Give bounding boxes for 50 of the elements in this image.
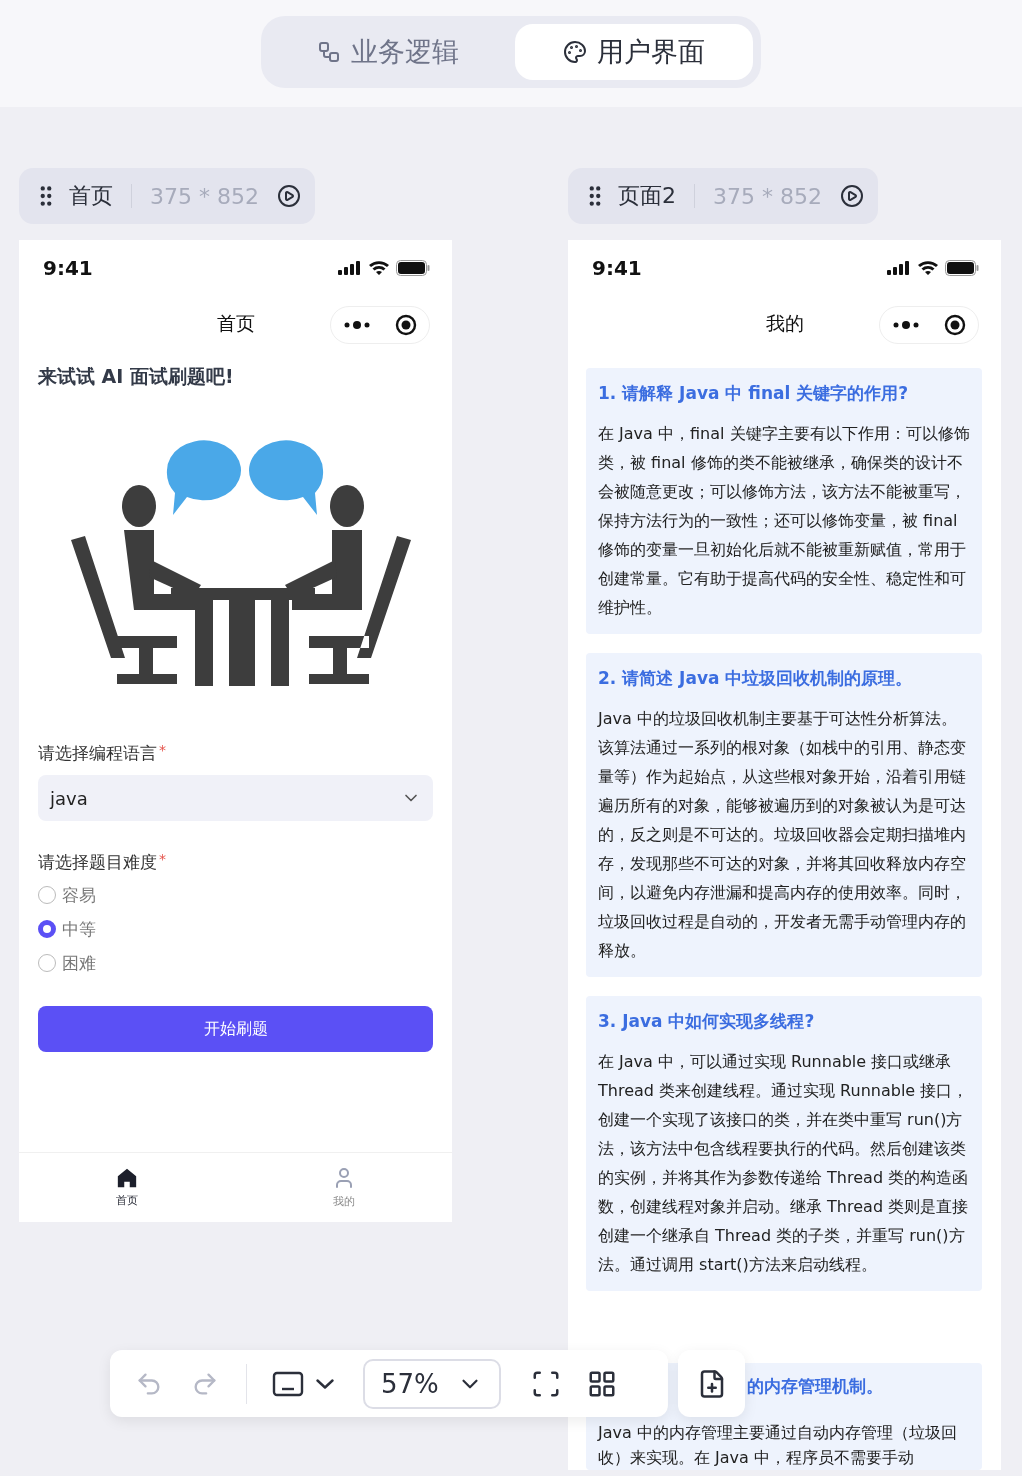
play-icon[interactable] (276, 184, 301, 208)
required-mark: * (159, 851, 166, 869)
play-icon[interactable] (839, 184, 864, 208)
radio-button[interactable] (38, 920, 56, 938)
language-select[interactable]: java (38, 775, 433, 821)
radio-label: 容易 (62, 883, 96, 907)
more-icon[interactable] (343, 320, 370, 330)
question-answer: Java 中的垃圾回收机制主要基于可达性分析算法。该算法通过一系列的根对象（如栈中的引用、静态变量等）作为起始点，从这些根对象开始，沿着引用链遍历所有的对象，能够被遍历到的对象被认为是可达的，反之则是不可达的。垃圾回收器会定期扫描堆内存，发现那些不可达的对象，并将其回收释放内存空间，以避免内存泄漏和提高内存的使用效率。同时，垃圾回收过程是自动的，开发者无需手动管理内存的释放。 (598, 708, 967, 962)
status-time: 9:41 (592, 256, 642, 280)
nav-title: 首页 (216, 311, 255, 336)
page-name: 页面2 (618, 182, 676, 210)
field-label: 请选择编程语言 (38, 742, 157, 765)
status-time: 9:41 (43, 256, 93, 280)
question-title: 1. 请解释 Java 中 final 关键字的作用? (598, 382, 909, 405)
radio-button[interactable] (38, 954, 56, 972)
question-title: 的内存管理机制。 (747, 1375, 883, 1398)
page-size: 375 * 852 (150, 183, 259, 209)
question-title: 2. 请简述 Java 中垃圾回收机制的原理。 (598, 667, 913, 690)
wifi-icon (368, 260, 390, 276)
workflow-icon (317, 40, 341, 64)
page-size: 375 * 852 (713, 183, 822, 209)
signal-icon (338, 261, 362, 275)
more-icon[interactable] (892, 320, 919, 330)
question-answer: 在 Java 中，可以通过实现 Runnable 接口或继承 Thread 类来创建线程。通过实现 Runnable 接口，创建一个实现了该接口的类，并在类中重写 run()方法，该方法中包含线程要执行的代码。然后创建该类的实例，并将其作为参数传递给 Thread 类的构造函数，创建线程对象并启动。继承 Thread 类则是直接创建一个继承自 Thread 类的子类，并重写 run()方法。通过调用 start()方法来启动线程。 (598, 1051, 970, 1276)
mode-tab[interactable]: 业务逻辑 (269, 24, 507, 80)
field-label: 请选择题目难度 (38, 851, 157, 874)
record-icon[interactable] (394, 314, 417, 336)
page-name: 首页 (69, 182, 113, 210)
question-answer: Java 中的内存管理主要通过自动内存管理（垃圾回收）来实现。在 Java 中，程序员不需要手动 (598, 1422, 958, 1469)
radio-button[interactable] (38, 886, 56, 904)
zoom-select[interactable]: 57% (363, 1358, 501, 1409)
add-page-button[interactable] (678, 1350, 745, 1417)
required-mark: * (159, 742, 166, 760)
mode-tab[interactable]: 用户界面 (515, 24, 753, 80)
record-icon[interactable] (943, 314, 966, 336)
radio-label: 困难 (62, 951, 96, 975)
screen-icon (272, 1369, 304, 1398)
radio-label: 中等 (62, 917, 96, 941)
signal-icon (887, 261, 911, 275)
chevron-down-icon (316, 1378, 334, 1389)
nav-title: 我的 (765, 311, 804, 336)
question-answer: 在 Java 中，final 关键字主要有以下作用：可以修饰类，被 final 修饰的类不能被继承，确保类的设计不会被随意更改；可以修饰方法，该方法不能被重写，保持方法行为的一致性；还可以修饰变量，被 final 修饰的变量一旦初始化后就不能被重新赋值，常用于创建常量。它有助于提高代码的安全性、稳定性和可维护性。 (598, 423, 970, 619)
palette-icon (563, 40, 587, 64)
battery-icon (945, 260, 979, 276)
page-heading: 来试试 AI 面试刷题吧! (38, 364, 235, 389)
question-title: 3. Java 中如何实现多线程? (598, 1010, 815, 1033)
start-button[interactable]: 开始刷题 (38, 1006, 433, 1052)
wifi-icon (917, 260, 939, 276)
home-icon (116, 1167, 139, 1189)
battery-icon (396, 260, 430, 276)
